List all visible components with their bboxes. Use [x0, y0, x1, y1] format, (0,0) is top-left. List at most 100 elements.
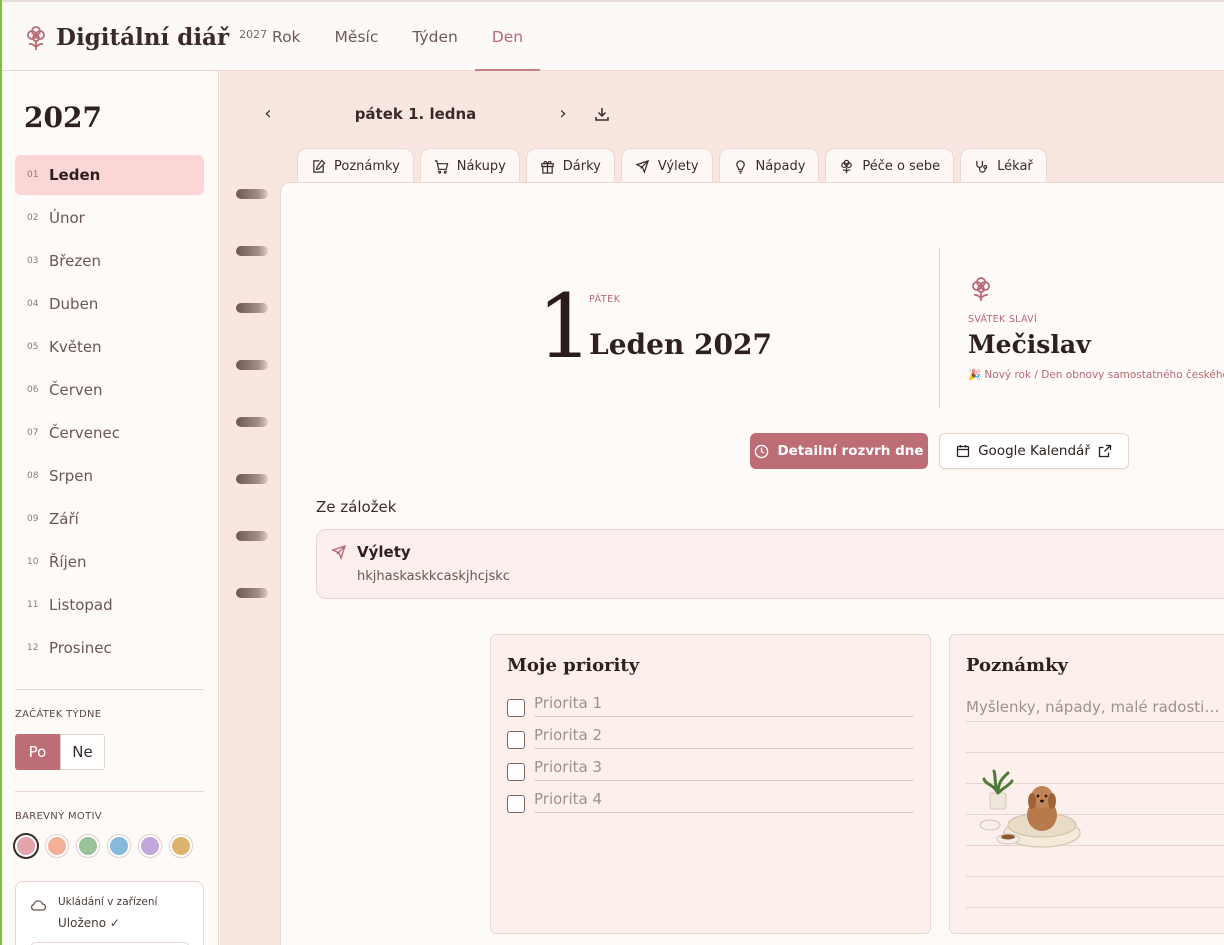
month-year-heading: Leden 2027 — [589, 328, 772, 361]
month-number: 02 — [27, 213, 39, 223]
tab-darky[interactable]: Dárky — [525, 148, 615, 184]
cart-icon — [434, 160, 449, 174]
theme-swatches — [15, 835, 201, 857]
nav-tab-week[interactable]: Týden — [395, 2, 474, 71]
chevron-left-icon[interactable]: ‹ — [260, 103, 276, 124]
dog-with-plant-illustration — [979, 769, 1081, 848]
binder-ring — [236, 531, 268, 541]
sidebar-year: 2027 — [24, 101, 102, 134]
priority-input[interactable]: Priorita 3 — [534, 757, 914, 781]
theme-label: BAREVNÝ MOTIV — [15, 811, 102, 822]
month-name: Červen — [49, 381, 103, 399]
note-edit-icon — [313, 159, 326, 173]
tab-vylety[interactable]: Výlety — [620, 148, 713, 184]
nav-tab-day[interactable]: Den — [474, 2, 541, 71]
priority-row: Priorita 2 — [507, 725, 914, 749]
sidebar-item-unor[interactable]: 02 Únor — [15, 198, 204, 238]
notes-line — [966, 721, 1224, 722]
holiday-text: 🎉 Nový rok / Den obnovy samostatného čes… — [968, 369, 1224, 381]
sidebar-item-rijen[interactable]: 10 Říjen — [15, 542, 204, 582]
priority-checkbox[interactable] — [507, 699, 525, 717]
month-name: Srpen — [49, 467, 93, 485]
tab-napady[interactable]: Nápady — [718, 148, 820, 184]
month-number: 11 — [27, 600, 39, 610]
binder-ring — [236, 588, 268, 598]
tab-label: Dárky — [562, 159, 601, 174]
binder-ring — [236, 303, 268, 313]
nav-tab-month[interactable]: Měsíc — [318, 2, 396, 71]
stethoscope-icon — [976, 160, 988, 173]
sidebar-item-leden[interactable]: 01 Leden — [15, 155, 204, 195]
month-number: 05 — [27, 342, 39, 352]
theme-swatch-gold[interactable] — [170, 835, 192, 857]
month-number: 03 — [27, 256, 39, 266]
sidebar-item-zari[interactable]: 09 Září — [15, 499, 204, 539]
priority-checkbox[interactable] — [507, 795, 525, 813]
priority-row: Priorita 3 — [507, 757, 914, 781]
tab-nakupy[interactable]: Nákupy — [419, 148, 520, 184]
theme-swatch-blue[interactable] — [108, 835, 130, 857]
bookmark-card-vylety[interactable]: Výlety hkjhaskaskkcaskjhcjskc — [316, 529, 1224, 599]
tab-pece-o-sebe[interactable]: Péče o sebe — [825, 148, 955, 184]
sidebar-item-cerven[interactable]: 06 Červen — [15, 370, 204, 410]
brand[interactable]: Digitální diář 2027 — [26, 24, 267, 51]
week-start-sunday-button[interactable]: Ne — [60, 734, 105, 770]
google-calendar-button[interactable]: Google Kalendář — [939, 433, 1129, 469]
priority-checkbox[interactable] — [507, 763, 525, 781]
sidebar-item-cervenec[interactable]: 07 Červenec — [15, 413, 204, 453]
notes-line — [966, 907, 1224, 908]
sidebar-item-listopad[interactable]: 11 Listopad — [15, 585, 204, 625]
tab-poznamky[interactable]: Poznámky — [297, 148, 414, 184]
top-bar: Digitální diář 2027 Rok Měsíc Týden Den — [0, 0, 1224, 71]
month-number: 01 — [27, 170, 39, 180]
sidebar-item-srpen[interactable]: 08 Srpen — [15, 456, 204, 496]
priorities-title: Moje priority — [507, 655, 640, 676]
divider — [15, 689, 204, 690]
month-name: Prosinec — [49, 639, 112, 657]
weekday-label: PÁTEK — [589, 294, 621, 305]
app-title: Digitální diář — [56, 24, 230, 51]
binder-rings — [236, 189, 268, 645]
chevron-right-icon[interactable]: › — [555, 103, 571, 124]
day-schedule-button[interactable]: Detailní rozvrh dne — [750, 433, 928, 469]
tab-label: Nápady — [755, 159, 806, 174]
sidebar-item-prosinec[interactable]: 12 Prosinec — [15, 628, 204, 668]
main-area: ‹ pátek 1. ledna › Poznámky Nákupy Dárky… — [220, 71, 1224, 945]
theme-swatch-pink[interactable] — [15, 835, 37, 857]
window-edge — [0, 0, 2, 945]
tab-label: Nákupy — [456, 159, 506, 174]
button-label: Detailní rozvrh dne — [777, 443, 924, 459]
bookmark-tabs: Poznámky Nákupy Dárky Výlety Nápady Péče… — [297, 148, 1053, 184]
binder-ring — [236, 417, 268, 427]
divider — [939, 248, 940, 408]
month-name: Září — [49, 510, 79, 528]
tab-label: Výlety — [657, 159, 699, 174]
priority-checkbox[interactable] — [507, 731, 525, 749]
binder-ring — [236, 189, 268, 199]
week-start-monday-button[interactable]: Po — [15, 734, 60, 770]
sidebar-item-duben[interactable]: 04 Duben — [15, 284, 204, 324]
lightbulb-icon — [735, 160, 745, 174]
month-number: 07 — [27, 428, 39, 438]
planner-page: 1 PÁTEK Leden 2027 SVÁTEK SLAVÍ Mečislav… — [280, 182, 1224, 945]
bookmark-title: Výlety — [357, 543, 411, 561]
sidebar-item-brezen[interactable]: 03 Březen — [15, 241, 204, 281]
month-number: 12 — [27, 643, 39, 653]
priority-row: Priorita 4 — [507, 789, 914, 813]
clock-icon — [755, 444, 769, 458]
priority-input[interactable]: Priorita 4 — [534, 789, 914, 813]
theme-swatch-peach[interactable] — [46, 835, 68, 857]
theme-swatch-green[interactable] — [77, 835, 99, 857]
divider — [15, 791, 204, 792]
priority-input[interactable]: Priorita 2 — [534, 725, 914, 749]
sidebar-item-kveten[interactable]: 05 Květen — [15, 327, 204, 367]
nav-tab-year[interactable]: Rok — [255, 2, 318, 71]
priority-input[interactable]: Priorita 1 — [534, 693, 914, 717]
download-icon[interactable] — [593, 105, 611, 123]
theme-swatch-lavender[interactable] — [139, 835, 161, 857]
save-status: Uloženo ✓ — [58, 916, 120, 930]
cloud-icon — [30, 900, 46, 911]
month-name: Květen — [49, 338, 102, 356]
tab-lekar[interactable]: Lékař — [960, 148, 1047, 184]
notes-textarea[interactable]: Myšlenky, nápady, malé radosti… — [966, 698, 1219, 716]
